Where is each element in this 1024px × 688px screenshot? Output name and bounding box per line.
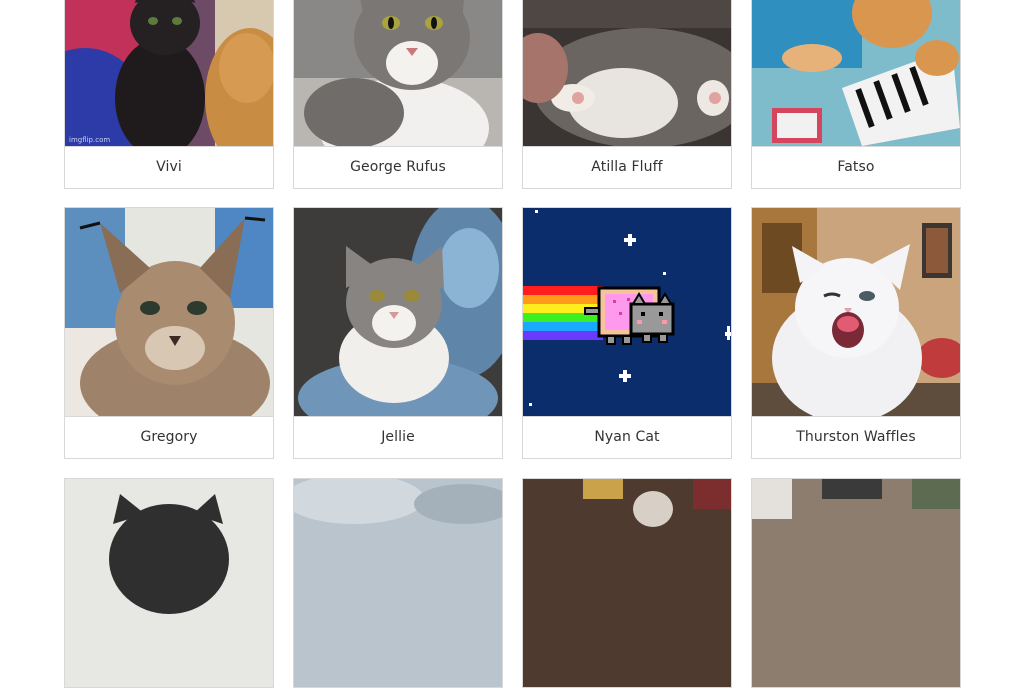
- cat-name-label: Fatso: [752, 146, 960, 188]
- cat-photo-nyan-cat: [523, 208, 731, 416]
- cat-photo-fatso: [752, 0, 960, 146]
- cat-photo-atilla-fluff: [523, 0, 731, 146]
- cat-photo-jellie: [294, 208, 502, 416]
- cat-name-label: George Rufus: [294, 146, 502, 188]
- cat-photo-thurston-waffles: [752, 208, 960, 416]
- cat-photo: [752, 479, 960, 687]
- cat-name-label: Nyan Cat: [523, 416, 731, 458]
- cat-photo-vivi: imgflip.com: [65, 0, 273, 146]
- cat-card[interactable]: Thurston Waffles: [751, 207, 961, 459]
- cat-card[interactable]: [293, 478, 503, 688]
- cat-photo: [523, 479, 731, 687]
- cat-photo-george-rufus: [294, 0, 502, 146]
- cat-name-label: Thurston Waffles: [752, 416, 960, 458]
- cat-card[interactable]: [751, 478, 961, 688]
- cat-card[interactable]: imgflip.com Vivi: [64, 0, 274, 189]
- cat-gallery-grid: imgflip.com Vivi George Rufus Atilla Flu…: [0, 0, 1024, 688]
- cat-card[interactable]: Jellie: [293, 207, 503, 459]
- cat-card[interactable]: Fatso: [751, 0, 961, 189]
- cat-photo: [294, 479, 502, 687]
- cat-card[interactable]: Atilla Fluff: [522, 0, 732, 189]
- cat-name-label: Atilla Fluff: [523, 146, 731, 188]
- cat-name-label: Jellie: [294, 416, 502, 458]
- cat-name-label: Vivi: [65, 146, 273, 188]
- watermark-text: imgflip.com: [69, 136, 111, 144]
- cat-card[interactable]: [522, 478, 732, 688]
- cat-card[interactable]: Nyan Cat: [522, 207, 732, 459]
- cat-card[interactable]: Gregory: [64, 207, 274, 459]
- cat-card[interactable]: [64, 478, 274, 688]
- cat-name-label: Gregory: [65, 416, 273, 458]
- cat-photo: [65, 479, 273, 687]
- cat-photo-gregory: [65, 208, 273, 416]
- cat-card[interactable]: George Rufus: [293, 0, 503, 189]
